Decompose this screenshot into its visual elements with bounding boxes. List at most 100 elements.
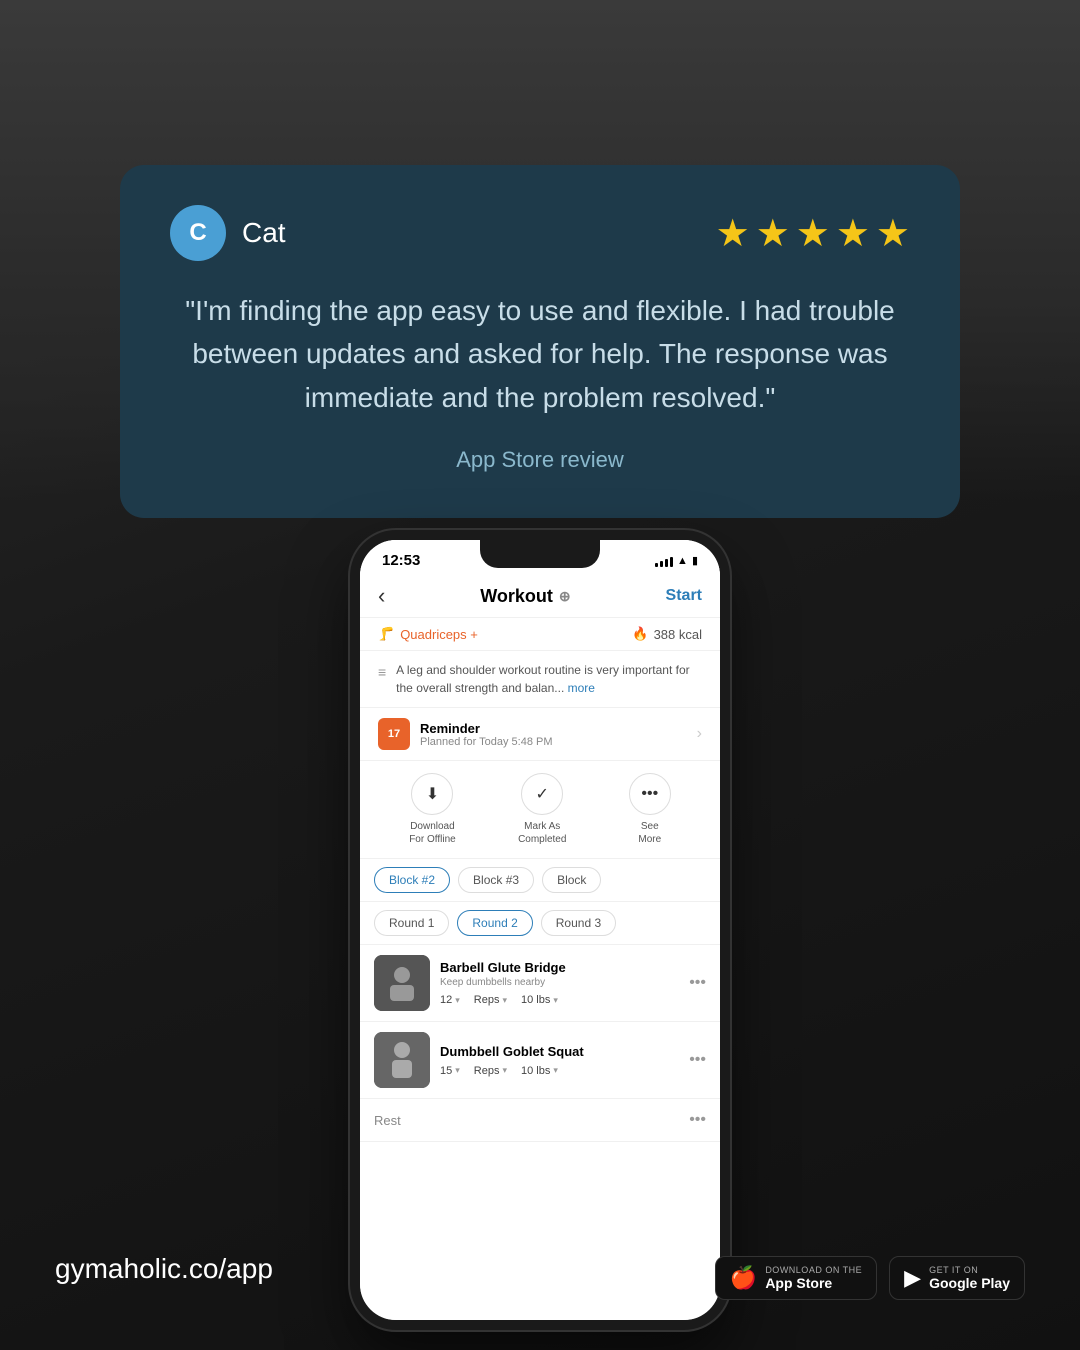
phone-frame: 12:53 ▲ ▮ ‹ Workout ⊕ [350,530,730,1330]
reps-param-2[interactable]: 15 ▾ [440,1065,460,1077]
exercise-info-1: Barbell Glute Bridge Keep dumbbells near… [440,960,679,1006]
star-4: ★ [836,211,870,256]
round-tabs: Round 1 Round 2 Round 3 [360,902,720,945]
signal-bar-2 [660,561,663,567]
block-tabs: Block #2 Block #3 Block [360,859,720,902]
exercise-image-1 [374,955,430,1011]
download-button[interactable]: ⬇ DownloadFor Offline [409,773,456,846]
block-tab-2[interactable]: Block #2 [374,867,450,893]
store-badges: 🍎 Download on the App Store ▶ GET IT ON … [715,1256,1025,1300]
google-play-name: Google Play [929,1275,1010,1291]
action-buttons: ⬇ DownloadFor Offline ✓ Mark AsCompleted… [360,761,720,859]
muscle-icon: 🦵 [378,626,394,642]
weight-param-1[interactable]: 10 lbs ▾ [521,994,558,1006]
check-icon: ✓ [521,773,563,815]
phone-screen: 12:53 ▲ ▮ ‹ Workout ⊕ [360,540,720,1320]
status-icons: ▲ ▮ [655,554,698,567]
workout-meta: 🦵 Quadriceps + 🔥 388 kcal [360,618,720,651]
exercise-image-2 [374,1032,430,1088]
round-tab-3[interactable]: Round 3 [541,910,616,936]
download-icon: ⬇ [411,773,453,815]
website-label: gymaholic.co/app [55,1253,273,1285]
star-1: ★ [716,211,750,256]
reminder-row[interactable]: 17 Reminder Planned for Today 5:48 PM › [360,708,720,761]
app-store-sub: Download on the [765,1265,862,1275]
reviewer-info: C Cat [170,205,286,261]
rest-label: Rest [374,1113,401,1128]
reviewer-name: Cat [242,217,286,249]
more-label: SeeMore [638,820,661,846]
exercise-name-1: Barbell Glute Bridge [440,960,679,975]
completed-button[interactable]: ✓ Mark AsCompleted [518,773,566,846]
more-button[interactable]: ••• SeeMore [629,773,671,846]
exercise-info-2: Dumbbell Goblet Squat 15 ▾ Reps ▾ 10 lbs… [440,1044,679,1077]
star-3: ★ [796,211,830,256]
battery-icon: ▮ [692,554,698,567]
back-button[interactable]: ‹ [378,583,385,609]
signal-bars-icon [655,555,673,567]
exercise-more-icon-1[interactable]: ••• [689,974,706,992]
exercise-row-1[interactable]: Barbell Glute Bridge Keep dumbbells near… [360,945,720,1022]
app-store-text: Download on the App Store [765,1265,862,1291]
exercise-params-2: 15 ▾ Reps ▾ 10 lbs ▾ [440,1065,679,1077]
round-tab-2[interactable]: Round 2 [457,910,532,936]
phone-mockup: 12:53 ▲ ▮ ‹ Workout ⊕ [350,530,730,1330]
download-label: DownloadFor Offline [409,820,456,846]
exercise-thumb-2 [374,1032,430,1088]
signal-bar-1 [655,563,658,567]
pin-icon: ⊕ [559,588,571,605]
rest-more-icon[interactable]: ••• [689,1111,706,1129]
round-tab-1[interactable]: Round 1 [374,910,449,936]
desc-text: A leg and shoulder workout routine is ve… [396,661,702,697]
star-2: ★ [756,211,790,256]
workout-tag: 🦵 Quadriceps + [378,626,478,642]
workout-description: ≡ A leg and shoulder workout routine is … [360,651,720,708]
google-play-text: GET IT ON Google Play [929,1265,1010,1291]
phone-notch [480,540,600,568]
review-source: App Store review [170,447,910,473]
star-rating: ★ ★ ★ ★ ★ [716,211,910,256]
unit-param-1[interactable]: Reps ▾ [474,994,507,1006]
exercise-thumb-1 [374,955,430,1011]
chevron-right-icon: › [697,725,702,743]
avatar: C [170,205,226,261]
completed-label: Mark AsCompleted [518,820,566,846]
signal-bar-4 [670,557,673,567]
play-icon: ▶ [904,1265,921,1291]
block-tab-3[interactable]: Block #3 [458,867,534,893]
nav-title: Workout ⊕ [480,586,570,607]
nav-bar: ‹ Workout ⊕ Start [360,575,720,618]
app-store-name: App Store [765,1275,862,1291]
apple-icon: 🍎 [730,1265,757,1291]
fire-icon: 🔥 [632,626,648,642]
rest-row: Rest ••• [360,1099,720,1142]
review-card: C Cat ★ ★ ★ ★ ★ "I'm finding the app eas… [120,165,960,518]
exercise-params-1: 12 ▾ Reps ▾ 10 lbs ▾ [440,994,679,1006]
reminder-text: Reminder Planned for Today 5:48 PM [420,721,553,748]
app-store-badge[interactable]: 🍎 Download on the App Store [715,1256,877,1300]
kcal-tag: 🔥 388 kcal [632,626,702,642]
google-play-sub: GET IT ON [929,1265,1010,1275]
signal-bar-3 [665,559,668,567]
exercise-name-2: Dumbbell Goblet Squat [440,1044,679,1059]
reps-param-1[interactable]: 12 ▾ [440,994,460,1006]
review-quote: "I'm finding the app easy to use and fle… [170,289,910,419]
google-play-badge[interactable]: ▶ GET IT ON Google Play [889,1256,1025,1300]
reminder-calendar-icon: 17 [378,718,410,750]
wifi-icon: ▲ [677,555,688,567]
block-tab-partial[interactable]: Block [542,867,601,893]
weight-param-2[interactable]: 10 lbs ▾ [521,1065,558,1077]
more-dots-icon: ••• [629,773,671,815]
exercise-more-icon-2[interactable]: ••• [689,1051,706,1069]
status-time: 12:53 [382,552,420,569]
reminder-left: 17 Reminder Planned for Today 5:48 PM [378,718,553,750]
exercise-note-1: Keep dumbbells nearby [440,977,679,988]
list-icon: ≡ [378,662,386,697]
unit-param-2[interactable]: Reps ▾ [474,1065,507,1077]
start-button[interactable]: Start [666,587,702,605]
more-link[interactable]: more [568,681,595,695]
review-header: C Cat ★ ★ ★ ★ ★ [170,205,910,261]
reminder-title: Reminder [420,721,553,736]
exercise-row-2[interactable]: Dumbbell Goblet Squat 15 ▾ Reps ▾ 10 lbs… [360,1022,720,1099]
star-5: ★ [876,211,910,256]
